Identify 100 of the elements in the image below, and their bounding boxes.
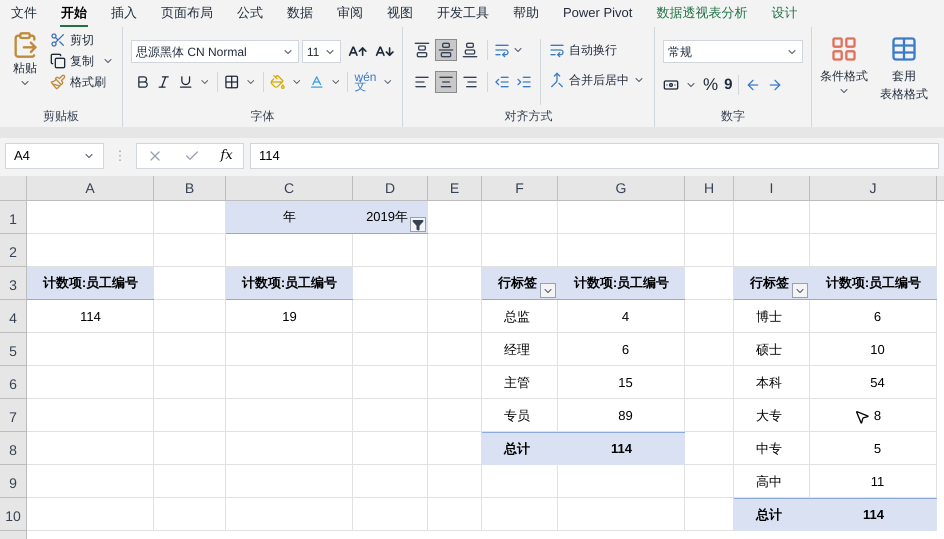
- row-label-header: 行标签: [734, 267, 810, 300]
- column-header[interactable]: J: [810, 176, 937, 201]
- column-header[interactable]: A: [27, 176, 154, 201]
- paste-button[interactable]: 粘贴: [13, 59, 37, 77]
- dropdown-button[interactable]: [792, 283, 808, 298]
- ribbon-tab[interactable]: 审阅: [336, 0, 364, 27]
- ribbon-tab[interactable]: 文件: [10, 0, 38, 27]
- group-label: 数字: [721, 108, 745, 125]
- decrease-indent-icon[interactable]: [494, 74, 510, 90]
- ribbon-tab[interactable]: 视图: [386, 0, 414, 27]
- row-label: 大专: [755, 406, 783, 425]
- scissors-icon[interactable]: [50, 32, 66, 48]
- paintbrush-icon[interactable]: [50, 74, 66, 90]
- font-size-select[interactable]: 11: [302, 40, 342, 63]
- increase-indent-icon[interactable]: [516, 74, 532, 90]
- merge-center-button[interactable]: 合并后居中: [569, 71, 629, 89]
- filter-icon: [412, 218, 424, 230]
- formula-input[interactable]: 114: [250, 142, 939, 168]
- row-header[interactable]: 1: [0, 201, 27, 234]
- conditional-format-button[interactable]: 条件格式: [820, 67, 868, 85]
- row-header[interactable]: 3: [0, 267, 27, 300]
- column-header[interactable]: B: [154, 176, 226, 201]
- table-icon[interactable]: [890, 35, 918, 63]
- copy-icon[interactable]: [50, 53, 66, 69]
- italic-icon[interactable]: [156, 74, 172, 90]
- row-label: 高中: [755, 472, 783, 491]
- borders-icon[interactable]: [224, 74, 240, 90]
- row-header[interactable]: 6: [0, 366, 27, 399]
- column-header[interactable]: H: [685, 176, 734, 201]
- number-format-select[interactable]: 常规: [663, 40, 803, 63]
- filter-label: 年: [226, 201, 353, 234]
- row-header[interactable]: 7: [0, 399, 27, 432]
- percent-button[interactable]: %: [703, 72, 718, 98]
- row-header[interactable]: 2: [0, 234, 27, 267]
- column-header[interactable]: G: [558, 176, 685, 201]
- column-header: 计数项:员工编号: [810, 267, 937, 300]
- row-label: 中专: [755, 440, 783, 458]
- table-format-button[interactable]: 套用 表格格式: [880, 67, 928, 103]
- copy-button[interactable]: 复制: [70, 52, 94, 70]
- column-header[interactable]: F: [482, 176, 558, 201]
- ribbon-tab[interactable]: 数据: [286, 0, 314, 27]
- ribbon-tab[interactable]: 页面布局: [160, 0, 214, 27]
- row-header[interactable]: 9: [0, 465, 27, 498]
- phonetic-guide-button[interactable]: wén 文: [354, 73, 376, 91]
- comma-button[interactable]: 9: [724, 74, 732, 96]
- column-header: 计数项:员工编号: [226, 267, 353, 300]
- wrap-text-button[interactable]: 自动换行: [569, 41, 617, 59]
- ribbon-tab[interactable]: 开始: [60, 0, 88, 27]
- column-header[interactable]: E: [428, 176, 482, 201]
- total-label: 总计: [734, 498, 810, 531]
- row-header[interactable]: 10: [0, 498, 27, 531]
- underline-icon[interactable]: [178, 74, 194, 90]
- filter-button[interactable]: [410, 217, 426, 232]
- ribbon-tab[interactable]: 开发工具: [436, 0, 490, 27]
- name-box[interactable]: A4: [5, 142, 104, 168]
- font-color-icon[interactable]: [308, 74, 324, 90]
- font-size-value: 11: [306, 44, 320, 60]
- group-label: 对齐方式: [504, 108, 552, 125]
- column-header[interactable]: D: [353, 176, 428, 201]
- row-header[interactable]: 4: [0, 300, 27, 333]
- ribbon-tab[interactable]: 插入: [110, 0, 138, 27]
- table-cell-text: 8: [872, 406, 882, 425]
- number-format-value: 常规: [668, 44, 692, 60]
- row-header[interactable]: 8: [0, 432, 27, 465]
- table-cell-text: 11: [870, 472, 886, 491]
- table-cell-text: 114: [79, 308, 102, 326]
- bold-icon[interactable]: [135, 74, 150, 90]
- insert-function-button[interactable]: fx: [220, 146, 233, 166]
- fill-color-icon[interactable]: [270, 74, 285, 90]
- column-header[interactable]: C: [226, 176, 353, 201]
- ribbon-tab[interactable]: 设计: [770, 0, 798, 27]
- table-cell-text: 54: [869, 374, 886, 392]
- table-cell: 114: [558, 432, 685, 465]
- align-lines-icon: [438, 74, 454, 90]
- name-box-value: A4: [14, 146, 30, 165]
- row-label: 硕士: [755, 340, 783, 359]
- ribbon-tab[interactable]: 公式: [236, 0, 264, 27]
- cut-button[interactable]: 剪切: [70, 31, 94, 49]
- font-name-select[interactable]: 思源黑体 CN Normal: [131, 40, 299, 63]
- row-label: 专员: [503, 406, 531, 425]
- ribbon-tab[interactable]: Power Pivot: [562, 0, 634, 27]
- group-label: 字体: [250, 108, 274, 125]
- align-lines-icon: [462, 74, 478, 90]
- align-lines-icon: [414, 42, 430, 58]
- conditional-format-icon[interactable]: [830, 35, 858, 63]
- column-header[interactable]: I: [734, 176, 810, 201]
- table-cell-text: 89: [617, 406, 634, 425]
- row-header[interactable]: 5: [0, 333, 27, 366]
- merge-icon[interactable]: [549, 72, 565, 88]
- align-button[interactable]: [435, 39, 457, 61]
- format-painter-button[interactable]: 格式刷: [70, 73, 106, 91]
- row-label: 主管: [503, 374, 531, 392]
- table-cell-text: 5: [872, 440, 882, 458]
- table-cell-text: 15: [617, 374, 634, 392]
- wrap-text-icon[interactable]: [549, 42, 565, 58]
- align-button[interactable]: [435, 71, 457, 93]
- ribbon-tab[interactable]: 帮助: [512, 0, 540, 27]
- dropdown-button[interactable]: [540, 283, 556, 298]
- row-label-header: 行标签: [482, 267, 558, 300]
- ribbon-tab[interactable]: 数据透视表分析: [655, 0, 748, 27]
